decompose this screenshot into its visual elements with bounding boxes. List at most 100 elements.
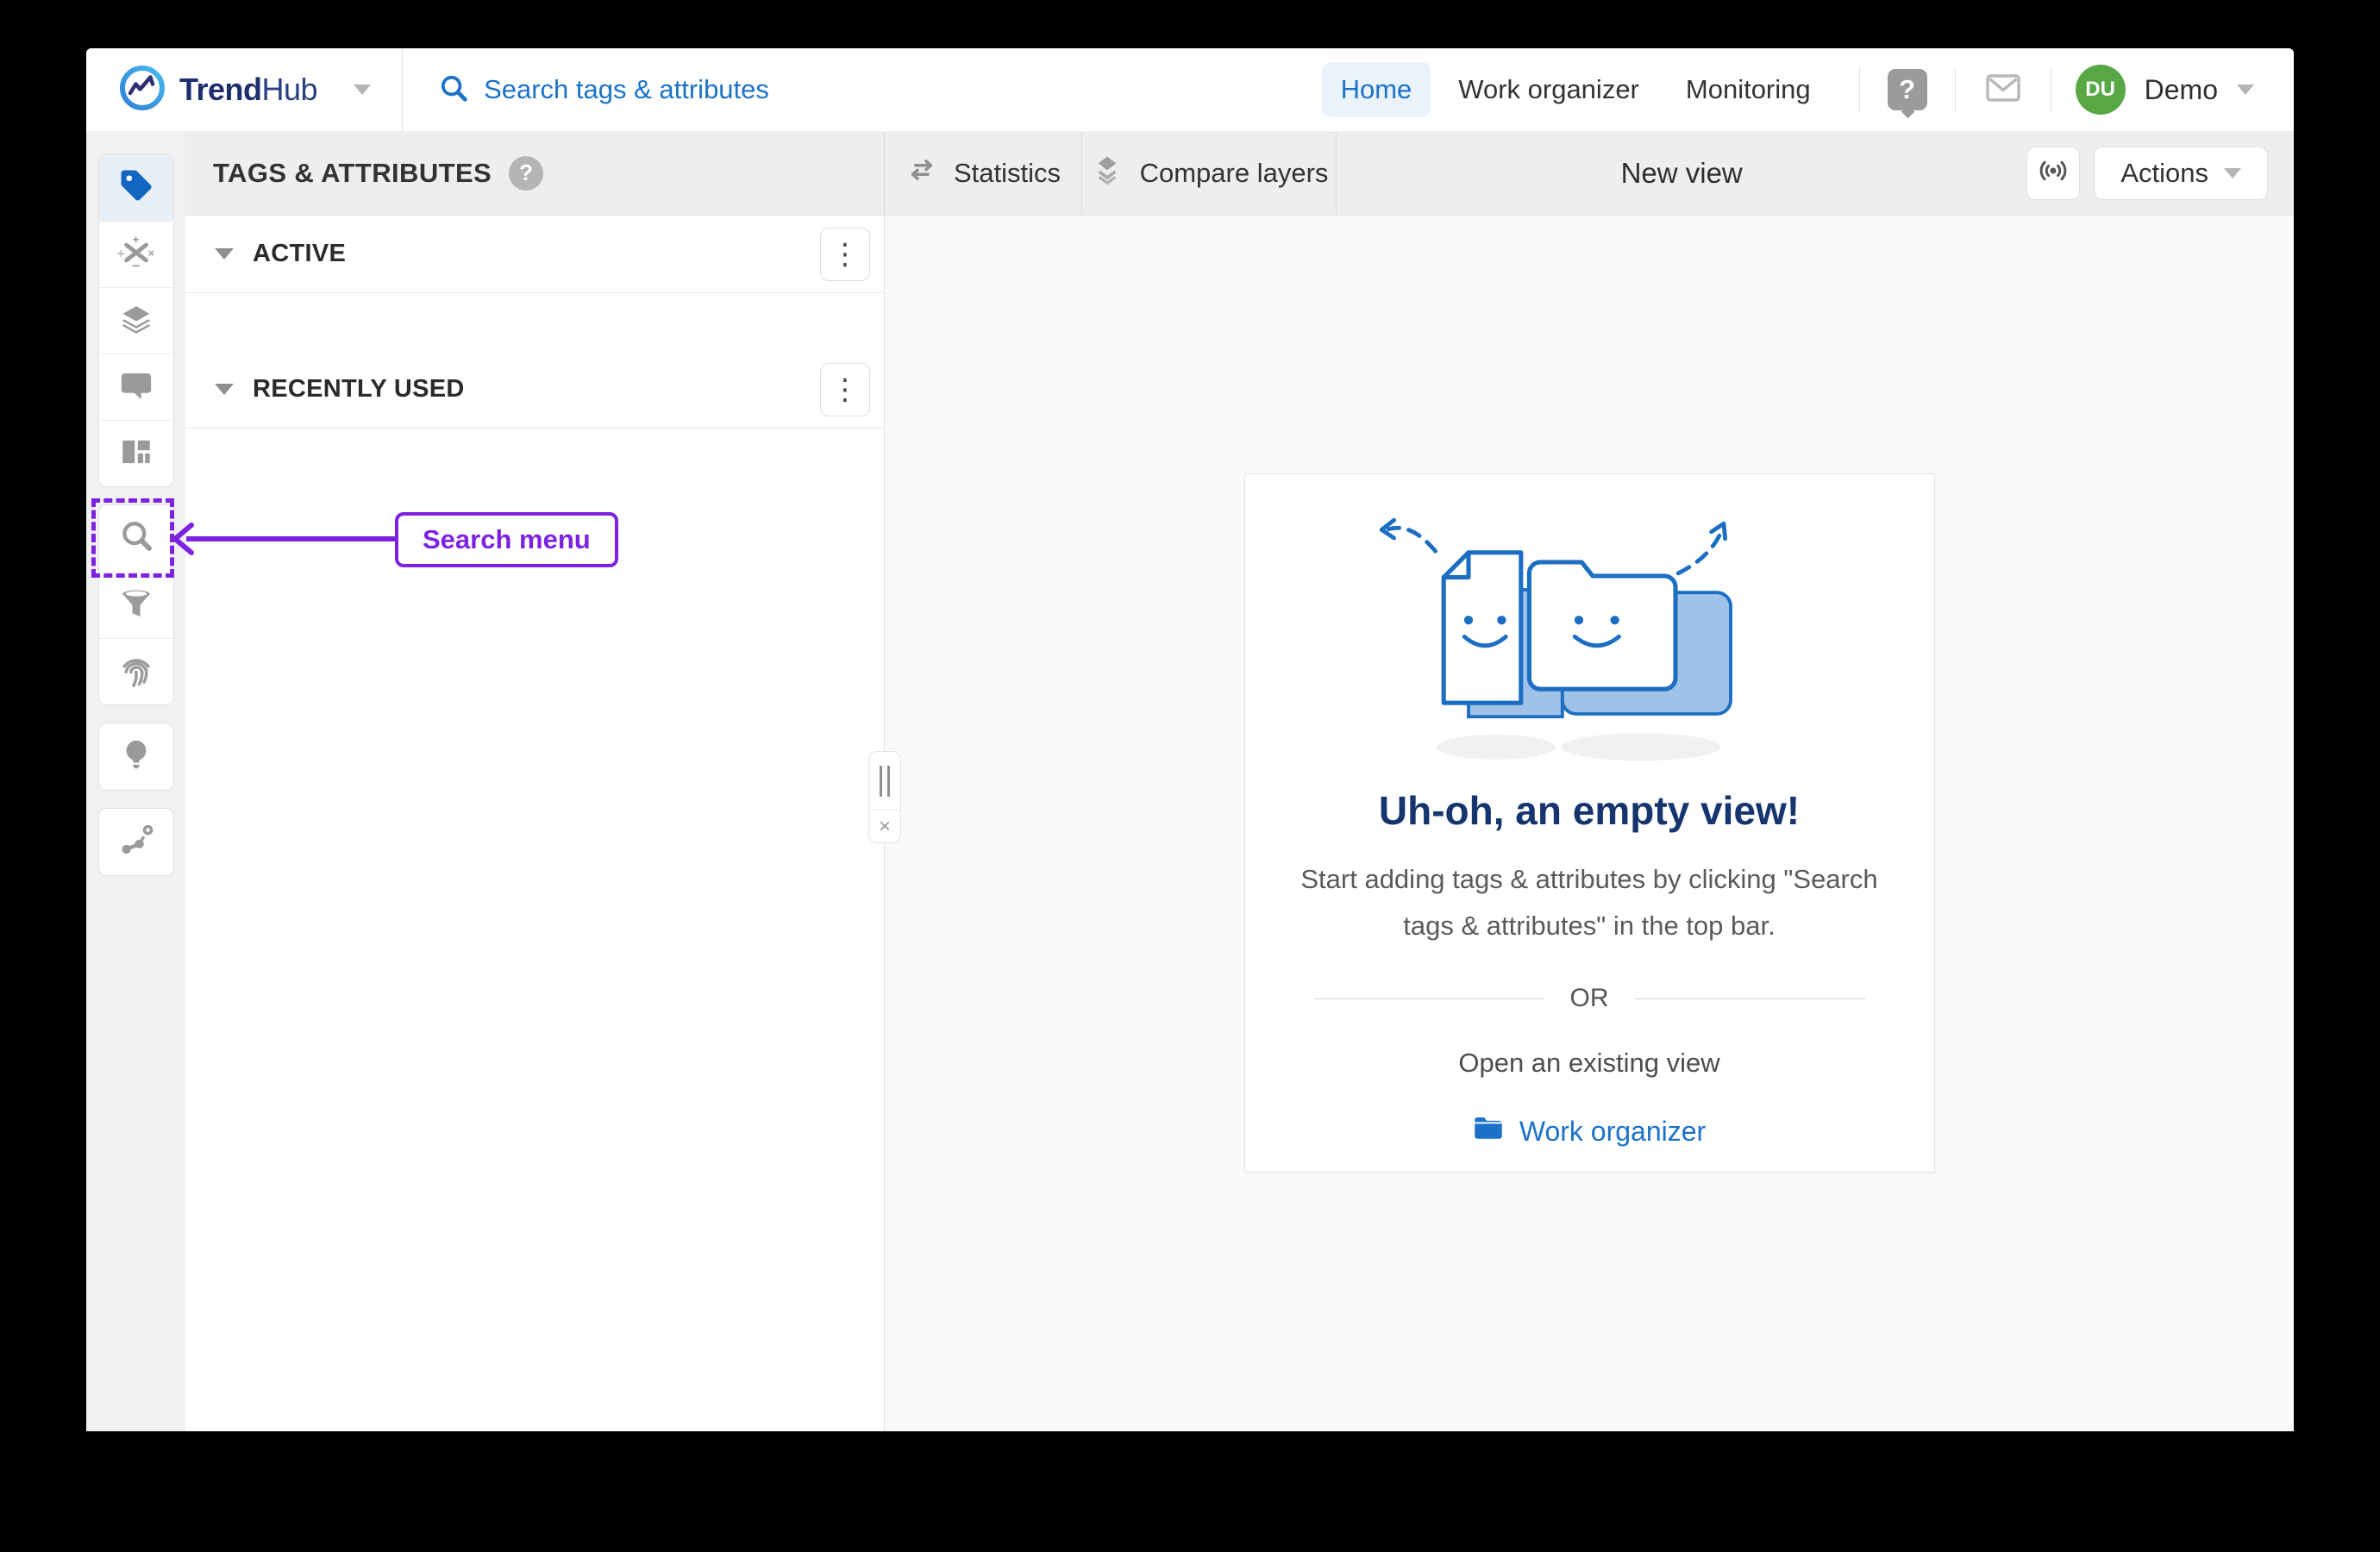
sidebar-item-context-graph[interactable] bbox=[99, 809, 173, 875]
tool-group-main: + − ÷ × bbox=[98, 153, 174, 487]
tool-sidebar: + − ÷ × bbox=[86, 131, 185, 1431]
screenshot-frame: TrendHub Search tags & attributes Home W… bbox=[0, 0, 2380, 1552]
sidebar-item-fingerprint[interactable] bbox=[99, 638, 173, 704]
mail-icon[interactable] bbox=[1982, 69, 2024, 111]
avatar: DU bbox=[2076, 65, 2126, 115]
user-caret-down-icon bbox=[2237, 84, 2254, 95]
nav-tab-monitoring[interactable]: Monitoring bbox=[1667, 62, 1830, 117]
formula-icon: + − ÷ × bbox=[117, 234, 155, 276]
tab-statistics-label: Statistics bbox=[954, 158, 1061, 189]
svg-text:−: − bbox=[132, 259, 140, 271]
splitter-close-button[interactable]: × bbox=[869, 810, 900, 842]
lightbulb-icon bbox=[118, 736, 154, 777]
user-menu[interactable]: DU Demo bbox=[2076, 65, 2254, 115]
tool-group-context bbox=[98, 808, 174, 876]
content-area: TAGS & ATTRIBUTES ? Statistics bbox=[185, 131, 2294, 1431]
main-view: Uh-oh, an empty view! Start adding tags … bbox=[885, 216, 2294, 1431]
view-header-bar: TAGS & ATTRIBUTES ? Statistics bbox=[185, 131, 2294, 216]
panel-splitter: × bbox=[868, 751, 901, 843]
actions-button[interactable]: Actions bbox=[2094, 147, 2268, 200]
global-search-input[interactable]: Search tags & attributes bbox=[437, 72, 769, 109]
empty-state-body-line1: Start adding tags & attributes by clicki… bbox=[1300, 856, 1877, 903]
or-label: OR bbox=[1570, 984, 1609, 1013]
nav-tab-home[interactable]: Home bbox=[1322, 62, 1431, 117]
tab-statistics[interactable]: Statistics bbox=[885, 131, 1082, 215]
sidebar-item-dashboard[interactable] bbox=[99, 420, 173, 486]
filter-icon bbox=[118, 585, 154, 626]
compare-layers-icon bbox=[1090, 153, 1124, 194]
tab-compare-layers[interactable]: Compare layers bbox=[1082, 131, 1337, 215]
app-window: TrendHub Search tags & attributes Home W… bbox=[86, 48, 2294, 1431]
sidebar-item-layers[interactable] bbox=[99, 287, 173, 354]
section-active: ACTIVE ⋮ bbox=[185, 216, 884, 293]
empty-state-card: Uh-oh, an empty view! Start adding tags … bbox=[1244, 473, 1935, 1173]
empty-view-illustration bbox=[1331, 493, 1848, 773]
primary-nav: Home Work organizer Monitoring bbox=[1322, 62, 1830, 117]
section-recently-used-label: RECENTLY USED bbox=[253, 375, 465, 404]
live-broadcast-icon bbox=[2036, 153, 2070, 192]
brand-name: TrendHub bbox=[179, 72, 317, 108]
divider-line bbox=[1635, 998, 1865, 999]
collapse-caret-icon[interactable] bbox=[215, 384, 234, 395]
sidebar-item-comments[interactable] bbox=[99, 354, 173, 420]
nav-tab-work-organizer[interactable]: Work organizer bbox=[1439, 62, 1658, 117]
panel-title: TAGS & ATTRIBUTES bbox=[213, 158, 492, 189]
brand-caret-down-icon[interactable] bbox=[354, 84, 371, 95]
section-active-menu-button[interactable]: ⋮ bbox=[820, 228, 870, 281]
sidebar-item-formulas[interactable]: + − ÷ × bbox=[99, 221, 173, 287]
divider-line bbox=[1314, 998, 1544, 999]
tag-icon bbox=[118, 167, 154, 208]
help-icon[interactable]: ? bbox=[1888, 69, 1927, 110]
sidebar-item-tags[interactable] bbox=[99, 154, 173, 221]
collapse-caret-icon[interactable] bbox=[215, 248, 234, 260]
svg-text:+: + bbox=[132, 234, 139, 247]
folder-icon bbox=[1473, 1115, 1504, 1148]
work-organizer-link[interactable]: Work organizer bbox=[1473, 1115, 1706, 1148]
panel-header: TAGS & ATTRIBUTES ? bbox=[185, 131, 885, 215]
actions-caret-down-icon bbox=[2224, 168, 2241, 178]
search-menu-icon bbox=[117, 517, 155, 560]
empty-state-body-line2: tags & attributes" in the top bar. bbox=[1300, 903, 1877, 949]
annotation-arrowhead-icon bbox=[169, 521, 195, 561]
svg-text:÷: ÷ bbox=[117, 247, 124, 260]
panel-help-icon[interactable]: ? bbox=[509, 156, 543, 191]
empty-state-title: Uh-oh, an empty view! bbox=[1379, 787, 1800, 834]
section-active-label: ACTIVE bbox=[253, 240, 346, 268]
tags-attributes-panel: ACTIVE ⋮ RECENTLY USED ⋮ bbox=[185, 216, 885, 1431]
live-mode-button[interactable] bbox=[2026, 147, 2080, 200]
topbar-utilities: ? DU Demo bbox=[1859, 65, 2294, 115]
workspace-body: ACTIVE ⋮ RECENTLY USED ⋮ bbox=[185, 216, 2294, 1431]
view-title-zone: New view bbox=[1337, 131, 2294, 215]
dashboard-icon bbox=[118, 434, 154, 474]
sidebar-item-search[interactable] bbox=[99, 505, 173, 572]
empty-state-body: Start adding tags & attributes by clicki… bbox=[1300, 856, 1877, 949]
tool-group-insights bbox=[98, 723, 174, 791]
work-organizer-link-label: Work organizer bbox=[1519, 1116, 1706, 1148]
search-icon bbox=[437, 72, 470, 109]
comment-icon bbox=[118, 367, 154, 408]
sidebar-item-recommendations[interactable] bbox=[99, 723, 173, 790]
brand-logo[interactable]: TrendHub bbox=[86, 63, 371, 117]
top-bar: TrendHub Search tags & attributes Home W… bbox=[86, 48, 2294, 131]
layers-icon bbox=[118, 301, 154, 341]
graph-icon bbox=[117, 821, 155, 863]
fingerprint-icon bbox=[117, 651, 155, 693]
empty-state-subtitle: Open an existing view bbox=[1458, 1048, 1719, 1079]
actions-button-label: Actions bbox=[2120, 158, 2208, 189]
topbar-divider bbox=[402, 48, 403, 131]
section-recently-used: RECENTLY USED ⋮ bbox=[185, 351, 884, 429]
or-divider: OR bbox=[1245, 984, 1934, 1013]
splitter-drag-handle[interactable] bbox=[869, 752, 900, 810]
user-name: Demo bbox=[2145, 74, 2218, 106]
view-title: New view bbox=[1337, 157, 2026, 190]
search-placeholder: Search tags & attributes bbox=[484, 74, 769, 105]
sidebar-item-filter[interactable] bbox=[99, 572, 173, 638]
svg-text:×: × bbox=[147, 246, 154, 259]
tab-compare-layers-label: Compare layers bbox=[1140, 158, 1329, 189]
swap-arrows-icon bbox=[905, 153, 938, 193]
section-recently-used-menu-button[interactable]: ⋮ bbox=[820, 363, 870, 416]
tool-group-search bbox=[98, 504, 174, 705]
annotation-arrow-line bbox=[186, 536, 397, 541]
trendhub-logo-icon bbox=[117, 63, 167, 117]
annotation-label: Search menu bbox=[395, 512, 618, 567]
